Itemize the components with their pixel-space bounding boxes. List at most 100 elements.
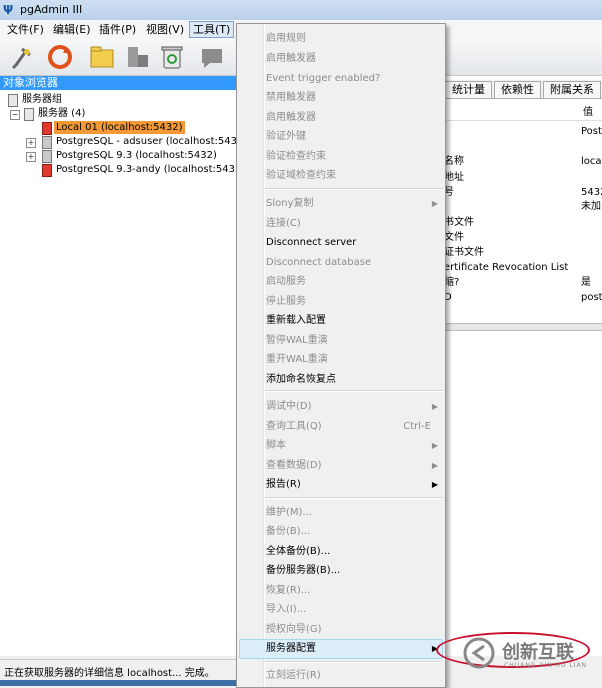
tab-statistics[interactable]: 统计量 — [445, 81, 492, 98]
folder-properties-icon[interactable] — [88, 43, 116, 71]
tree-root[interactable]: 服务器组 — [22, 93, 62, 106]
menu-item: 停止服务 — [237, 295, 445, 310]
menu-item-label: 导入(I)... — [266, 604, 307, 615]
property-value: 5432 — [581, 187, 602, 198]
watermark-subtitle: CHUANG XIN HU LIAN — [504, 662, 588, 669]
menu-item-label: 备份服务器(B)... — [266, 565, 341, 576]
menu-item: 导入(I)... — [237, 603, 445, 618]
menu-item: 启用规则 — [237, 32, 445, 47]
menu-item: 连接(C) — [237, 217, 445, 232]
pgadmin-elephant-icon: Ψ — [3, 3, 14, 17]
menu-item: 恢复(R)... — [237, 584, 445, 599]
menu-item-label: 维护(M)... — [266, 507, 312, 518]
menu-item: 备份(B)... — [237, 525, 445, 540]
menu-item[interactable]: 重新载入配置 — [237, 314, 445, 329]
menu-item[interactable]: Disconnect server — [237, 236, 445, 251]
tools-dropdown-menu: 启用规则 启用触发器 Event trigger enabled? 禁用触发器 启用触发… — [236, 23, 446, 688]
menu-item-label: 暂停WAL重演 — [266, 335, 328, 346]
menu-item: 脚本 ▶ — [237, 439, 445, 454]
menu-item-label: 连接(C) — [266, 218, 301, 229]
expand-icon[interactable]: + — [26, 138, 36, 148]
menu-item: 启用触发器 — [237, 111, 445, 126]
tab-dependencies[interactable]: 依赖性 — [494, 81, 541, 98]
sql-icon[interactable] — [198, 43, 226, 71]
menu-view[interactable]: 视图(V) — [143, 22, 187, 37]
menu-item-label: 立刻运行(R) — [266, 670, 321, 681]
server-icon[interactable] — [124, 43, 152, 71]
property-value: 未加 — [581, 201, 601, 212]
menu-item-label: 重开WAL重演 — [266, 354, 328, 365]
menu-item[interactable]: 全体备份(B)... — [237, 545, 445, 560]
menu-separator — [265, 188, 443, 190]
menu-item-label: 备份(B)... — [266, 526, 311, 537]
servers-folder-icon — [24, 108, 34, 121]
menu-item-label: 授权向导(G) — [266, 624, 322, 635]
menu-item-label: 重新载入配置 — [266, 315, 326, 326]
menu-item[interactable]: 报告(R) ▶ — [237, 478, 445, 493]
menu-item: 维护(M)... — [237, 506, 445, 521]
window-title: pgAdmin III — [20, 3, 83, 16]
watermark-logo: 创新互联 CHUANG XIN HU LIAN — [462, 630, 602, 680]
menu-plugins[interactable]: 插件(P) — [96, 22, 139, 37]
value-column-header: 值 — [583, 107, 593, 118]
property-value: 是 — [581, 277, 591, 288]
tab-dependents[interactable]: 附属关系 — [543, 81, 601, 98]
menu-item-label: 启动服务 — [266, 276, 306, 287]
menu-separator — [265, 661, 443, 663]
submenu-arrow-icon: ▶ — [431, 441, 438, 450]
collapse-icon[interactable]: − — [10, 110, 20, 120]
title-bar: Ψ pgAdmin III — [0, 0, 602, 21]
submenu-arrow-icon: ▶ — [431, 402, 438, 411]
menu-item[interactable]: 备份服务器(B)... — [237, 564, 445, 579]
menu-item: Slony复制 ▶ — [237, 197, 445, 212]
menu-file[interactable]: 文件(F) — [4, 22, 47, 37]
server-icon — [42, 150, 52, 163]
menu-item: 查看数据(D) ▶ — [237, 459, 445, 474]
menu-item-label: 全体备份(B)... — [266, 546, 331, 557]
menu-item-label: 查询工具(Q) — [266, 421, 322, 432]
menu-item: 启用触发器 — [237, 52, 445, 67]
menu-item-label: Disconnect server — [266, 237, 357, 248]
property-value: post — [581, 292, 602, 303]
menu-edit[interactable]: 编辑(E) — [50, 22, 94, 37]
menu-item: 验证外键 — [237, 130, 445, 145]
menu-item-label: 验证检查约束 — [266, 151, 326, 162]
menu-item: 重开WAL重演 — [237, 353, 445, 368]
menu-item: 调试中(D) ▶ — [237, 400, 445, 415]
menu-item-label: Disconnect database — [266, 257, 372, 268]
tree-server-item[interactable]: Local 01 (localhost:5432) — [54, 121, 185, 134]
menu-item: 验证域检查约束 — [237, 169, 445, 184]
menu-item-label: 添加命名恢复点 — [266, 374, 336, 385]
refresh-icon[interactable] — [46, 43, 74, 71]
property-label: 文件 — [444, 232, 464, 243]
property-value: local — [581, 156, 602, 167]
taskbar — [0, 680, 236, 686]
tree-server-item[interactable]: PostgreSQL 9.3-andy (localhost:5432) — [56, 163, 245, 176]
menu-item: 立刻运行(R) — [237, 669, 445, 684]
menu-item-label: 服务器配置 — [266, 643, 316, 654]
menu-item: 暂停WAL重演 — [237, 334, 445, 349]
watermark-logo-icon — [463, 637, 495, 669]
menu-item-label: 启用规则 — [266, 33, 306, 44]
menu-item[interactable]: 服务器配置 ▶ — [237, 642, 445, 657]
tree-server-item[interactable]: PostgreSQL - adsuser (localhost:5432) — [56, 135, 247, 148]
tree-servers[interactable]: 服务器 (4) — [38, 107, 85, 120]
menu-item-shortcut: Ctrl-E — [403, 421, 431, 432]
menu-item-label: Event trigger enabled? — [266, 73, 381, 84]
menu-item-label: 启用触发器 — [266, 112, 316, 123]
property-label: 证书文件 — [444, 247, 484, 258]
tree-server-item[interactable]: PostgreSQL 9.3 (localhost:5432) — [56, 149, 217, 162]
menu-item: Disconnect database — [237, 256, 445, 271]
menu-item: 授权向导(G) — [237, 623, 445, 638]
expand-icon[interactable]: + — [26, 152, 36, 162]
menu-item: 禁用触发器 — [237, 91, 445, 106]
menu-tools[interactable]: 工具(T) — [189, 21, 235, 38]
connect-plug-icon[interactable] — [8, 43, 36, 71]
menu-item[interactable]: 添加命名恢复点 — [237, 373, 445, 388]
menu-item-label: 停止服务 — [266, 296, 306, 307]
server-group-icon — [8, 94, 18, 107]
recycle-icon[interactable] — [158, 43, 186, 71]
menu-item: Event trigger enabled? — [237, 72, 445, 87]
menu-item-label: 启用触发器 — [266, 53, 316, 64]
menu-item-label: Slony复制 — [266, 198, 314, 209]
